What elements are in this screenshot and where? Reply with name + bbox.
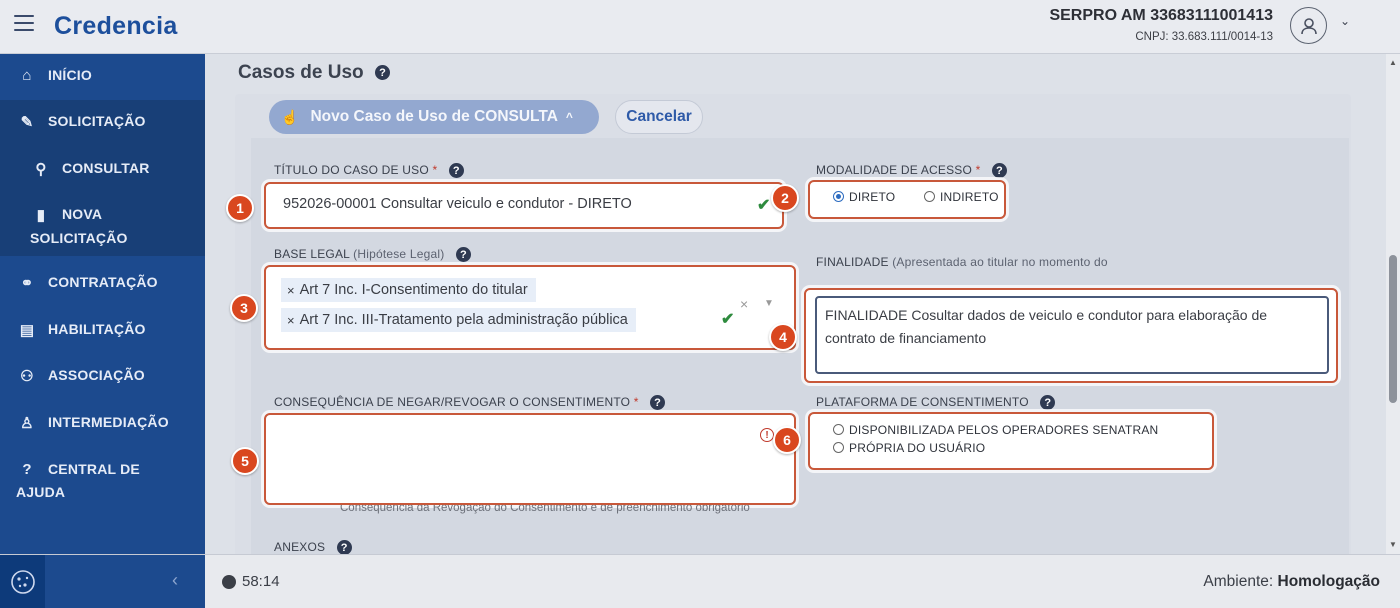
radio-propria[interactable]: PRÓPRIA DO USUÁRIO xyxy=(833,441,985,455)
error-icon: ! xyxy=(760,428,774,442)
org-name: SERPRO AM 33683111001413 xyxy=(1049,7,1273,24)
search-icon: ⚲ xyxy=(35,161,47,178)
radio-empty-icon xyxy=(833,424,844,435)
sidebar-item-consultar[interactable]: ⚲ CONSULTAR xyxy=(0,160,205,178)
help-icon[interactable]: ? xyxy=(455,247,471,263)
session-timer: 58:14 xyxy=(222,573,280,590)
home-icon: ⌂ xyxy=(22,67,32,84)
handshake-icon: ⚭ xyxy=(20,275,34,292)
clock-icon xyxy=(222,574,236,589)
chevron-up-icon: ^ xyxy=(565,110,573,124)
users-icon: ⚇ xyxy=(20,368,34,385)
scrollbar-thumb[interactable] xyxy=(1389,255,1397,403)
annotation-badge-5: 5 xyxy=(231,447,259,475)
sidebar: ⌂ INÍCIO ✎ SOLICITAÇÃO ⚲ CONSULTAR ▮ NOVA SO… xyxy=(0,54,205,554)
collapse-sidebar-icon[interactable]: ‹ xyxy=(172,570,178,591)
sidebar-item-contratacao[interactable]: ⚭ CONTRATAÇÃO xyxy=(0,274,205,292)
environment-indicator: Ambiente: Homologação xyxy=(1203,573,1380,590)
help-icon[interactable]: ? xyxy=(650,395,666,411)
menu-icon[interactable] xyxy=(14,15,34,33)
hand-pointer-icon: ☝ xyxy=(281,108,299,125)
radio-direto[interactable]: DIRETO xyxy=(833,190,895,204)
scroll-up-icon[interactable]: ▲ xyxy=(1389,58,1397,67)
file-icon: ▮ xyxy=(36,207,46,224)
plataforma-label: PLATAFORMA DE CONSENTIMENTO ? xyxy=(816,395,1056,411)
sidebar-item-habilitacao[interactable]: ▤ HABILITAÇÃO xyxy=(0,321,205,339)
user-tie-icon: ♙ xyxy=(20,415,34,432)
page-title: Casos de Uso ? xyxy=(238,62,390,84)
edit-document-icon: ✎ xyxy=(20,114,34,131)
annotation-badge-6: 6 xyxy=(773,426,801,454)
annotation-badge-2: 2 xyxy=(771,184,799,212)
help-icon[interactable]: ? xyxy=(1040,395,1056,411)
finalidade-value: FINALIDADE Cosultar dados de veiculo e c… xyxy=(825,307,1268,346)
question-circle-icon: ? xyxy=(22,461,32,478)
dropdown-arrow-icon[interactable]: ▼ xyxy=(764,298,774,309)
org-cnpj: CNPJ: 33.683.111/0014-13 xyxy=(1135,31,1273,43)
annotation-badge-3: 3 xyxy=(230,294,258,322)
app-footer: ‹ 58:14 Ambiente: Homologação xyxy=(0,554,1400,608)
sidebar-item-nova-solicitacao[interactable]: ▮ NOVA SOLICITAÇÃO xyxy=(0,206,205,246)
remove-tag-icon[interactable]: × xyxy=(287,313,295,328)
help-icon[interactable]: ? xyxy=(374,65,390,81)
sidebar-item-associacao[interactable]: ⚇ ASSOCIAÇÃO xyxy=(0,367,205,385)
base-legal-label: BASE LEGAL (Hipótese Legal) ? xyxy=(274,247,471,263)
valid-check-icon: ✔ xyxy=(721,311,735,328)
remove-tag-icon[interactable]: × xyxy=(287,283,295,298)
help-icon[interactable]: ? xyxy=(992,163,1008,179)
valid-check-icon: ✔ xyxy=(757,197,771,214)
sidebar-item-central-de-ajuda[interactable]: ? CENTRAL DE AJUDA xyxy=(0,461,205,500)
radio-empty-icon xyxy=(924,191,935,202)
consequencia-error-hint: Consequência da Revogação do Consentimen… xyxy=(340,505,750,514)
annotation-badge-1: 1 xyxy=(226,194,254,222)
modalidade-label: MODALIDADE DE ACESSO * ? xyxy=(816,163,1008,179)
scroll-down-icon[interactable]: ▼ xyxy=(1389,540,1397,549)
cookie-icon[interactable] xyxy=(0,555,45,608)
novo-caso-de-uso-button[interactable]: ☝ Novo Caso de Uso de CONSULTA ^ xyxy=(269,100,599,134)
chevron-down-icon[interactable]: ⌄ xyxy=(1340,14,1350,28)
app-logo[interactable]: Credencia xyxy=(54,12,178,41)
radio-empty-icon xyxy=(833,442,844,453)
radio-selected-icon xyxy=(833,191,844,202)
finalidade-label: FINALIDADE (Apresentada ao titular no mo… xyxy=(816,247,1206,283)
consequencia-textarea[interactable] xyxy=(264,413,796,505)
titulo-value: 952026-00001 Consultar veiculo e conduto… xyxy=(283,196,632,212)
sidebar-item-solicitacao[interactable]: ✎ SOLICITAÇÃO xyxy=(0,113,205,131)
cancel-button[interactable]: Cancelar xyxy=(615,100,703,134)
clear-icon[interactable]: × xyxy=(740,296,748,312)
user-avatar-icon[interactable] xyxy=(1290,7,1327,44)
radio-indireto[interactable]: INDIRETO xyxy=(924,190,999,204)
titulo-label: TÍTULO DO CASO DE USO * ? xyxy=(274,163,464,179)
radio-senatran[interactable]: DISPONIBILIZADA PELOS OPERADORES SENATRA… xyxy=(833,423,1158,437)
help-icon[interactable]: ? xyxy=(448,163,464,179)
base-legal-tag-2[interactable]: × Art 7 Inc. III-Tratamento pela administ… xyxy=(281,308,636,332)
annotation-badge-4: 4 xyxy=(769,323,797,351)
app-header: Credencia SERPRO AM 33683111001413 CNPJ:… xyxy=(0,0,1400,54)
sidebar-item-inicio[interactable]: ⌂ INÍCIO xyxy=(0,67,205,84)
sidebar-item-intermediacao[interactable]: ♙ INTERMEDIAÇÃO xyxy=(0,414,205,432)
base-legal-tag-1[interactable]: × Art 7 Inc. I-Consentimento do titular xyxy=(281,278,536,302)
consequencia-label: CONSEQUÊNCIA DE NEGAR/REVOGAR O CONSENTI… xyxy=(274,395,666,411)
id-card-icon: ▤ xyxy=(19,322,35,339)
